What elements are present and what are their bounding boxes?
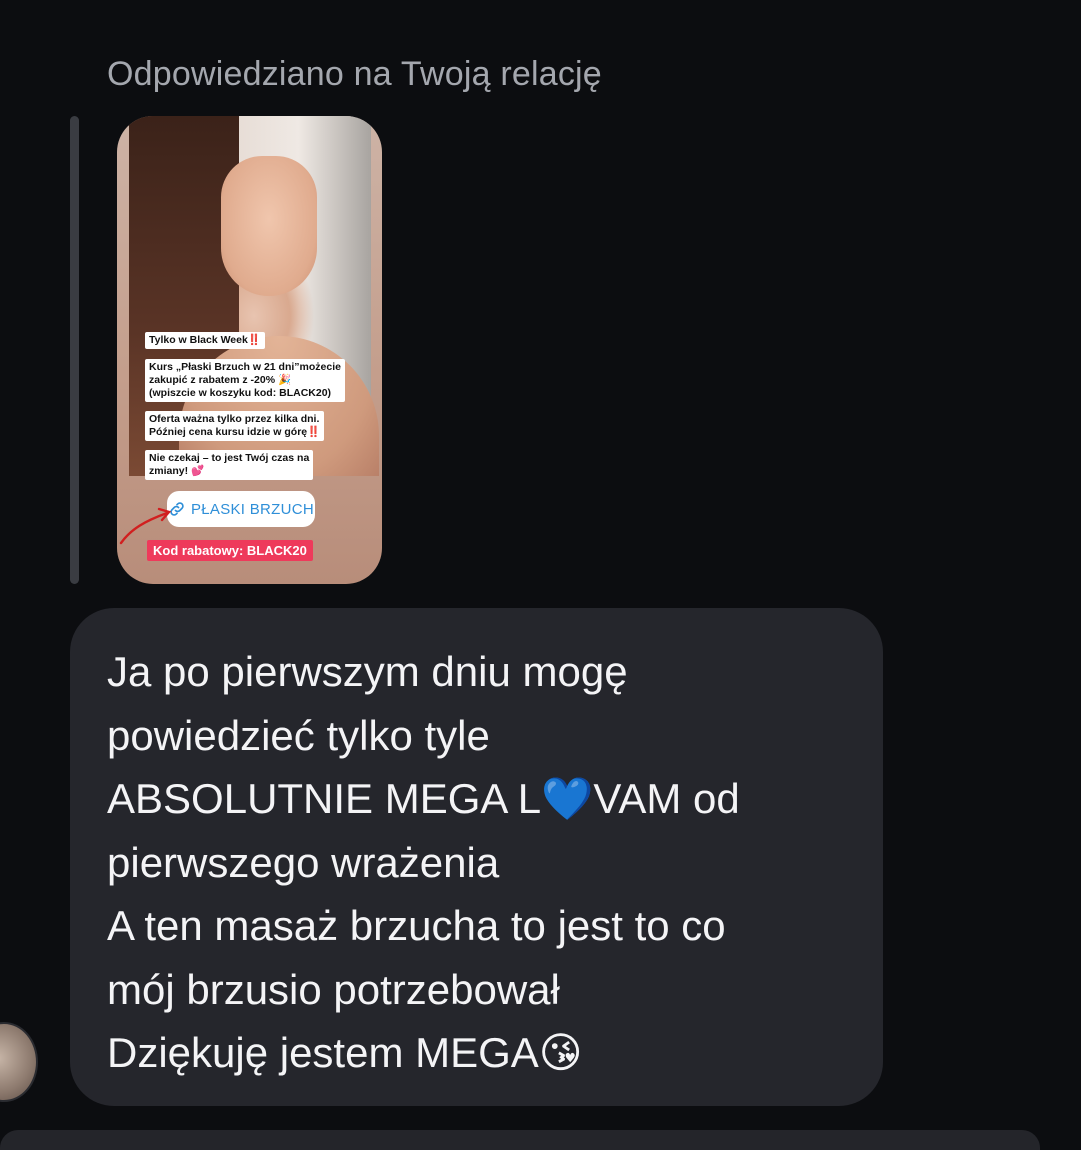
message-line: Ja po pierwszym dniu mogę: [107, 648, 628, 695]
reply-quote-bar: [70, 116, 79, 584]
story-tag-black-week: Tylko w Black Week‼️: [145, 332, 265, 349]
story-face: [221, 156, 317, 296]
message-text: Ja po pierwszym dniu mogę powiedzieć tyl…: [107, 640, 740, 1085]
message-line: pierwszego wrażenia: [107, 838, 500, 886]
message-line: mój brzusio potrzebował: [107, 965, 560, 1013]
story-link-label: PŁASKI BRZUCH: [190, 500, 315, 518]
composer-bar[interactable]: [0, 1130, 1040, 1150]
story-tag-offer: Oferta ważna tylko przez kilka dni. Późn…: [145, 411, 325, 441]
story-link-sticker[interactable]: PŁASKI BRZUCH: [167, 491, 315, 527]
message-line: A ten masaż brzucha to jest to co: [107, 902, 726, 949]
story-preview[interactable]: Tylko w Black Week‼️ Kurs „Płaski Brzuch…: [117, 116, 382, 584]
story-tag-dont-wait: Nie czekaj – to jest Twój czas na zmiany…: [145, 450, 314, 480]
reply-label: Odpowiedziano na Twoją relację: [107, 55, 602, 93]
story-tag-course: Kurs „Płaski Brzuch w 21 dni”możecie zak…: [145, 359, 345, 402]
message-line: Dziękuję jestem MEGA😘: [107, 1029, 583, 1076]
message-line: powiedzieć tylko tyle: [107, 711, 490, 759]
message-line: ABSOLUTNIE MEGA L💙VAM od: [107, 775, 740, 822]
sender-avatar[interactable]: [0, 1022, 38, 1102]
story-code-badge: Kod rabatowy: BLACK20: [147, 540, 313, 561]
